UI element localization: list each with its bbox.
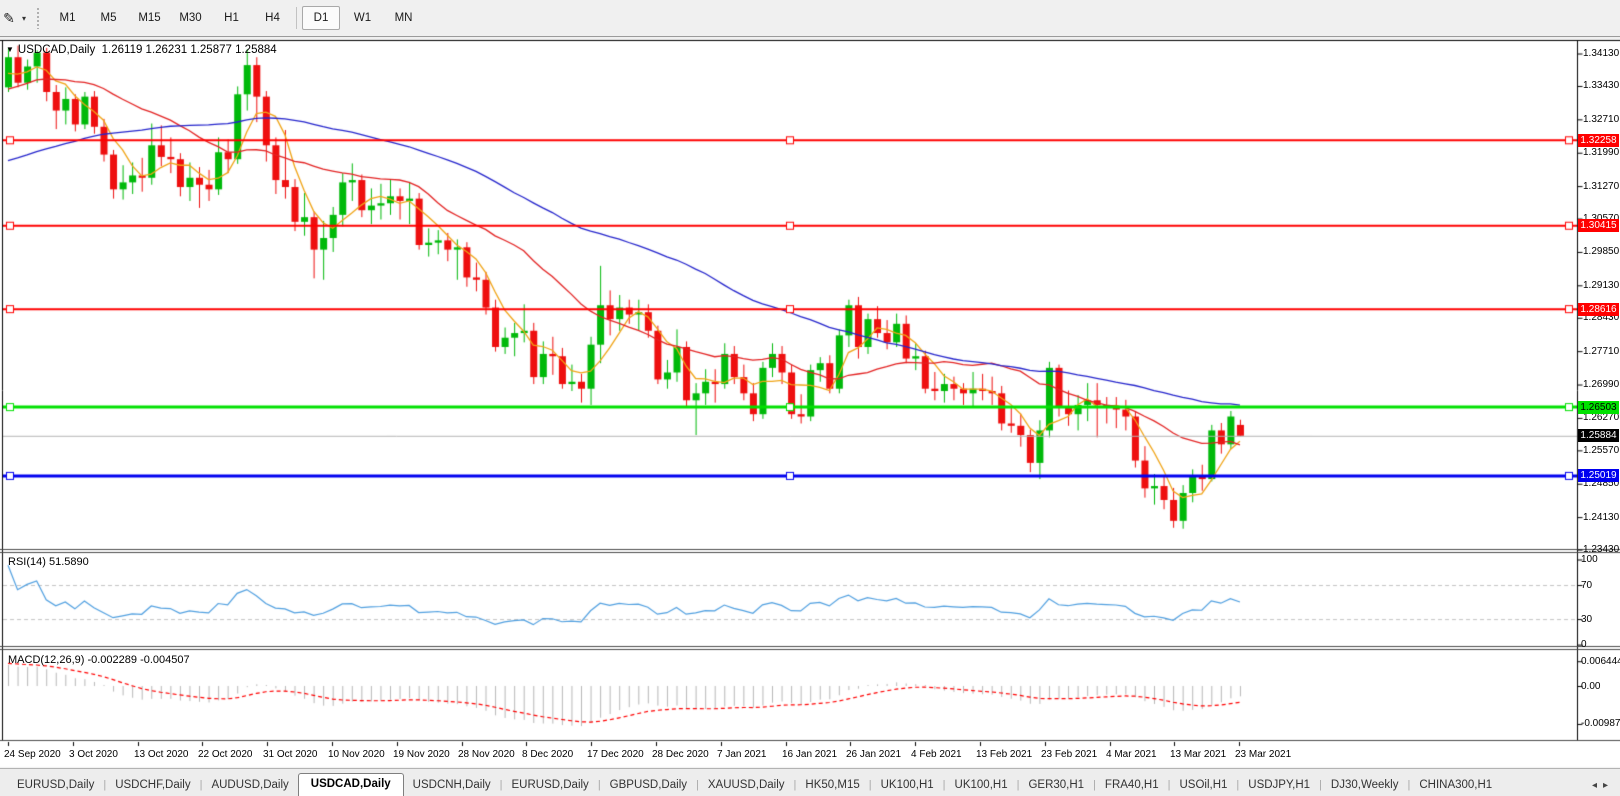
tab-dj30-weekly[interactable]: DJ30,Weekly [1322,775,1408,796]
date-axis-label: 7 Jan 2021 [717,749,767,760]
chart-title: ▼ USDCAD,Daily 1.26119 1.26231 1.25877 1.… [6,44,277,56]
date-axis-label: 10 Nov 2020 [328,749,385,760]
tab-usdchf-daily[interactable]: USDCHF,Daily [106,775,199,796]
trading-platform-window: ✎ ▾ M1M5M15M30H1H4 D1W1MN ▼ USDCAD,Daily 1… [0,0,1620,796]
tab-audusd-daily[interactable]: AUDUSD,Daily [202,775,297,796]
timeframe-buttons: M1M5M15M30H1H4 D1W1MN [47,6,424,30]
date-axis-label: 13 Mar 2021 [1170,749,1226,760]
tab-usdjpy-h1[interactable]: USDJPY,H1 [1239,775,1319,796]
tab-ger30-h1[interactable]: GER30,H1 [1019,775,1093,796]
draw-tool-icon[interactable]: ✎ [0,7,22,29]
timeframe-toolbar: ✎ ▾ M1M5M15M30H1H4 D1W1MN [0,0,1620,37]
price-axis-tick-label: 1.25570 [1583,445,1619,456]
hline-price-tag: 1.25019 [1578,469,1619,482]
chart-symbol-label: USDCAD,Daily [18,44,95,56]
date-axis-label: 19 Nov 2020 [393,749,450,760]
chart-tabs: EURUSD,Daily|USDCHF,Daily|AUDUSD,DailyUS… [8,773,1501,796]
macd-axis-tick-label: 0.006444 [1581,656,1620,667]
timeframe-button-m1[interactable]: M1 [47,6,88,30]
price-axis-tick-label: 1.29130 [1583,280,1619,291]
tab-eurusd-daily[interactable]: EURUSD,Daily [8,775,103,796]
timeframe-button-h1[interactable]: H1 [211,6,252,30]
current-price-tag: 1.25884 [1578,429,1619,442]
toolbar-separator [296,7,297,29]
chart-ohlc-values: 1.26119 1.26231 1.25877 1.25884 [102,44,277,56]
rsi-axis-tick-label: 30 [1581,614,1592,625]
timeframe-button-m15[interactable]: M15 [129,6,170,30]
price-axis-tick-label: 1.26270 [1583,412,1619,423]
hline-price-tag: 1.32258 [1578,134,1619,147]
timeframe-button-m30[interactable]: M30 [170,6,211,30]
tab-scroll-right-icon[interactable]: ▸ [1603,780,1614,791]
collapse-arrow-icon[interactable]: ▼ [6,45,14,54]
tab-uk100-h1[interactable]: UK100,H1 [872,775,943,796]
tab-eurusd-daily[interactable]: EURUSD,Daily [502,775,597,796]
toolbar-grip-handle[interactable] [36,7,41,29]
tab-usdcnh-daily[interactable]: USDCNH,Daily [404,775,500,796]
macd-axis-tick-label: -0.00987 [1581,718,1620,729]
price-axis-tick-label: 1.24130 [1583,512,1619,523]
price-axis-tick-label: 1.34130 [1583,48,1619,59]
macd-label: MACD(12,26,9) -0.002289 -0.004507 [8,654,190,666]
timeframe-button-d1[interactable]: D1 [302,6,340,30]
price-axis-tick-label: 1.27710 [1583,346,1619,357]
date-axis-label: 31 Oct 2020 [263,749,317,760]
price-axis-tick-label: 1.26990 [1583,379,1619,390]
date-axis-label: 3 Oct 2020 [69,749,118,760]
date-axis-label: 22 Oct 2020 [198,749,252,760]
tab-uk100-h1[interactable]: UK100,H1 [946,775,1017,796]
hline-price-tag: 1.26503 [1578,401,1619,414]
macd-axis-tick-label: 0.00 [1581,681,1600,692]
tab-gbpusd-daily[interactable]: GBPUSD,Daily [601,775,696,796]
hline-price-tag: 1.28616 [1578,303,1619,316]
chart-tab-bar: EURUSD,Daily|USDCHF,Daily|AUDUSD,DailyUS… [0,768,1620,796]
date-axis-label: 23 Mar 2021 [1235,749,1291,760]
timeframe-button-w1[interactable]: W1 [342,6,383,30]
date-axis-label: 4 Feb 2021 [911,749,962,760]
rsi-axis-tick-label: 100 [1581,554,1598,565]
date-axis-label: 16 Jan 2021 [782,749,837,760]
timeframe-button-mn[interactable]: MN [383,6,424,30]
rsi-label: RSI(14) 51.5890 [8,556,89,568]
timeframe-button-m5[interactable]: M5 [88,6,129,30]
price-axis-tick-label: 1.33430 [1583,80,1619,91]
date-axis-label: 24 Sep 2020 [4,749,61,760]
hline-price-tag: 1.30415 [1578,219,1619,232]
tab-usdcad-daily-active[interactable]: USDCAD,Daily [298,773,404,796]
price-axis-tick-label: 1.29850 [1583,246,1619,257]
tab-hk50-m15[interactable]: HK50,M15 [796,775,868,796]
date-axis-label: 4 Mar 2021 [1106,749,1157,760]
rsi-axis-tick-label: 0 [1581,639,1587,650]
price-axis-tick-label: 1.31270 [1583,181,1619,192]
price-axis-tick-label: 1.31990 [1583,147,1619,158]
tab-scroll-arrows: ◂▸ [1592,780,1614,791]
tab-china300-h1[interactable]: CHINA300,H1 [1410,775,1501,796]
timeframe-button-h4[interactable]: H4 [252,6,293,30]
tab-usoil-h1[interactable]: USOil,H1 [1170,775,1236,796]
date-axis-label: 13 Oct 2020 [134,749,188,760]
date-axis-label: 13 Feb 2021 [976,749,1032,760]
date-axis-label: 28 Dec 2020 [652,749,709,760]
tab-scroll-left-icon[interactable]: ◂ [1592,780,1603,791]
date-axis-label: 28 Nov 2020 [458,749,515,760]
tab-xauusd-daily[interactable]: XAUUSD,Daily [699,775,794,796]
price-axis-tick-label: 1.32710 [1583,114,1619,125]
date-axis-label: 26 Jan 2021 [846,749,901,760]
date-axis-label: 17 Dec 2020 [587,749,644,760]
date-axis-label: 8 Dec 2020 [522,749,573,760]
tab-fra40-h1[interactable]: FRA40,H1 [1096,775,1168,796]
chevron-down-icon[interactable]: ▾ [22,14,26,23]
chart-canvas[interactable] [0,0,1620,796]
rsi-axis-tick-label: 70 [1581,580,1592,591]
date-axis-label: 23 Feb 2021 [1041,749,1097,760]
